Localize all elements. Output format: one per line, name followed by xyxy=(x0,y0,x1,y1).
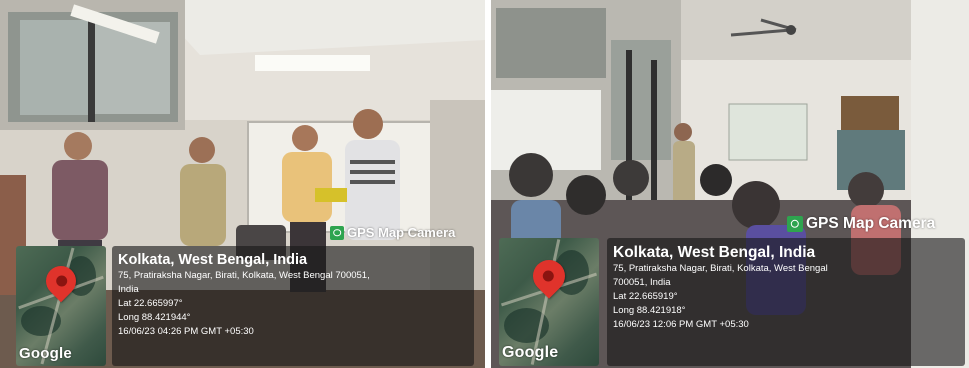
camera-icon xyxy=(787,216,803,232)
datetime-text: 16/06/23 04:26 PM GMT +05:30 xyxy=(118,326,254,337)
photo-left: GPS Map Camera Google Kolkata, West Beng… xyxy=(0,0,485,368)
photo-right: GPS Map Camera Google Kolkata, West Beng… xyxy=(491,0,969,368)
latitude-text: Lat 22.665919° xyxy=(613,291,678,302)
location-info-panel: Kolkata, West Bengal, India 75, Pratirak… xyxy=(112,246,474,366)
gps-map-camera-badge: GPS Map Camera xyxy=(787,215,935,233)
address-line: 75, Pratiraksha Nagar, Birati, Kolkata, … xyxy=(118,270,370,281)
address-line: India xyxy=(118,284,139,295)
location-info-panel: Kolkata, West Bengal, India 75, Pratirak… xyxy=(607,238,965,366)
address-line: 700051, India xyxy=(613,277,671,288)
gps-overlay-right: Google Kolkata, West Bengal, India 75, P… xyxy=(499,238,967,368)
gps-map-camera-badge: GPS Map Camera xyxy=(330,225,455,240)
google-logo: Google xyxy=(19,345,72,362)
longitude-text: Long 88.421918° xyxy=(613,305,686,316)
google-logo: Google xyxy=(502,344,559,361)
datetime-text: 16/06/23 12:06 PM GMT +05:30 xyxy=(613,319,749,330)
latitude-text: Lat 22.665997° xyxy=(118,298,183,309)
badge-label: GPS Map Camera xyxy=(806,215,936,232)
map-thumbnail: Google xyxy=(499,238,599,366)
gps-overlay-left: Google Kolkata, West Bengal, India 75, P… xyxy=(16,246,476,368)
location-title: Kolkata, West Bengal, India xyxy=(613,244,816,261)
address-line: 75, Pratiraksha Nagar, Birati, Kolkata, … xyxy=(613,263,828,274)
badge-label: GPS Map Camera xyxy=(347,225,456,240)
map-thumbnail: Google xyxy=(16,246,106,366)
camera-icon xyxy=(330,225,344,240)
longitude-text: Long 88.421944° xyxy=(118,312,191,323)
location-title: Kolkata, West Bengal, India xyxy=(118,252,308,268)
